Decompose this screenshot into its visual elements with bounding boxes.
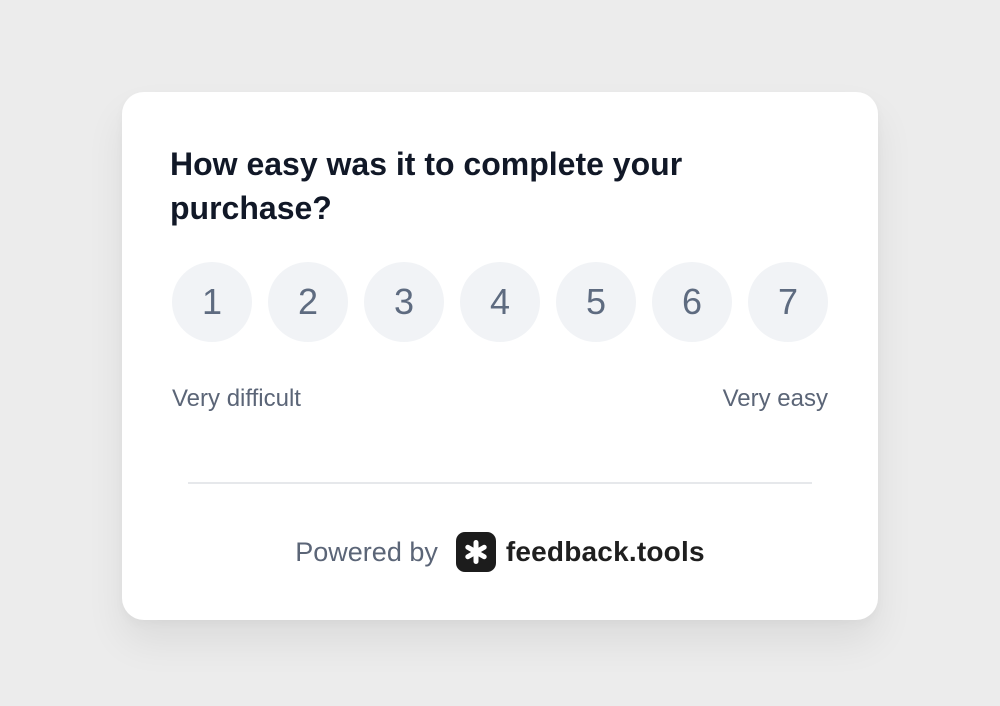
brand-name: feedback.tools xyxy=(505,536,705,567)
rating-option-5[interactable]: 5 xyxy=(556,262,636,342)
scale-low-label: Very difficult xyxy=(172,385,301,412)
asterisk-logo-icon xyxy=(455,532,496,572)
survey-question: How easy was it to complete your purchas… xyxy=(170,146,683,226)
brand-link[interactable]: feedback.tools xyxy=(455,532,705,572)
rating-scale: 1 2 3 4 5 6 7 xyxy=(172,262,828,342)
powered-by-text: Powered by xyxy=(295,536,438,567)
rating-option-4[interactable]: 4 xyxy=(460,262,540,342)
rating-option-1[interactable]: 1 xyxy=(172,262,252,342)
asterisk-logo-icon-svg xyxy=(465,540,487,564)
rating-option-7[interactable]: 7 xyxy=(748,262,828,342)
divider xyxy=(188,482,812,484)
rating-option-6[interactable]: 6 xyxy=(652,262,732,342)
scale-high-label: Very easy xyxy=(722,385,828,412)
footer: Powered by feedback.tools xyxy=(122,530,878,574)
survey-card: How easy was it to complete your purchas… xyxy=(122,92,878,620)
rating-option-3[interactable]: 3 xyxy=(364,262,444,342)
rating-option-2[interactable]: 2 xyxy=(268,262,348,342)
